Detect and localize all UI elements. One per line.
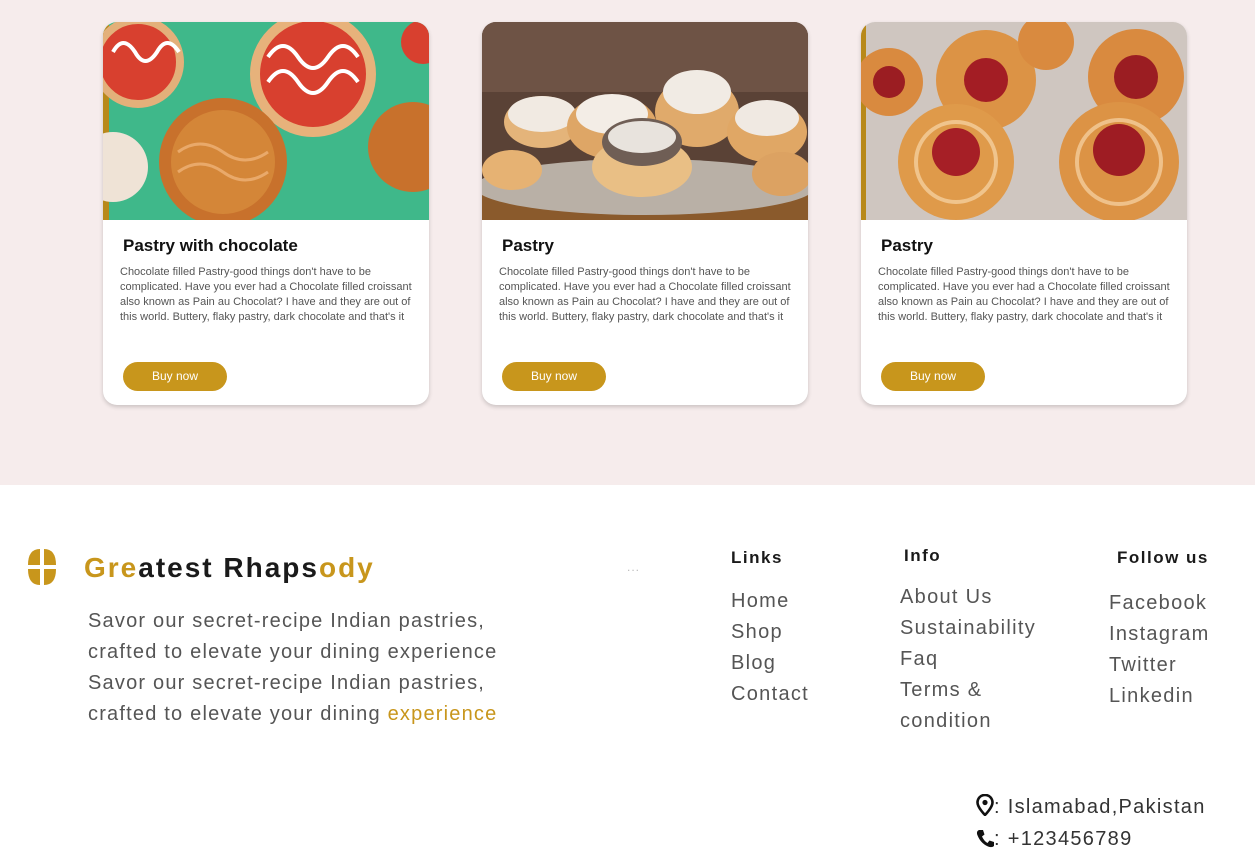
social-link-facebook[interactable]: Facebook bbox=[1109, 588, 1210, 619]
footer-link-blog[interactable]: Blog bbox=[731, 648, 809, 679]
buy-now-button[interactable]: Buy now bbox=[881, 362, 985, 391]
product-image bbox=[861, 22, 1187, 220]
footer-link-home[interactable]: Home bbox=[731, 586, 809, 617]
buy-now-button[interactable]: Buy now bbox=[123, 362, 227, 391]
card-description: Chocolate filled Pastry-good things don'… bbox=[499, 266, 791, 323]
footer-link-faq[interactable]: Faq bbox=[900, 644, 1036, 675]
product-card: Pastry Chocolate filled Pastry-good thin… bbox=[861, 22, 1187, 405]
social-link-twitter[interactable]: Twitter bbox=[1109, 650, 1210, 681]
bakery-logo-icon bbox=[25, 547, 59, 587]
card-title: Pastry with chocolate bbox=[123, 236, 298, 255]
info-list: About Us Sustainability Faq Terms & cond… bbox=[900, 582, 1036, 737]
footer-link-about[interactable]: About Us bbox=[900, 582, 1036, 613]
contact-location: : Islamabad,Pakistan bbox=[976, 793, 1206, 819]
card-description: Chocolate filled Pastry-good things don'… bbox=[120, 266, 412, 323]
phone-icon bbox=[976, 828, 994, 850]
social-link-instagram[interactable]: Instagram bbox=[1109, 619, 1210, 650]
social-link-linkedin[interactable]: Linkedin bbox=[1109, 681, 1210, 712]
product-image bbox=[103, 22, 429, 220]
social-list: Facebook Instagram Twitter Linkedin bbox=[1109, 588, 1210, 712]
footer-link-terms[interactable]: Terms & bbox=[900, 675, 1036, 706]
card-title: Pastry bbox=[502, 236, 554, 255]
contact-phone: : +123456789 bbox=[976, 828, 1133, 851]
footer-link-condition[interactable]: condition bbox=[900, 706, 1036, 737]
brand-tagline: Savor our secret-recipe Indian pastries,… bbox=[88, 610, 498, 725]
info-heading: Info bbox=[904, 546, 942, 565]
card-title: Pastry bbox=[881, 236, 933, 255]
brand-name: Greatest Rhapsody bbox=[84, 552, 375, 583]
footer-link-shop[interactable]: Shop bbox=[731, 617, 809, 648]
footer-link-sustainability[interactable]: Sustainability bbox=[900, 613, 1036, 644]
buy-now-button[interactable]: Buy now bbox=[502, 362, 606, 391]
divider-dots: ... bbox=[627, 560, 641, 574]
location-pin-icon bbox=[976, 793, 994, 818]
card-description: Chocolate filled Pastry-good things don'… bbox=[878, 266, 1170, 323]
links-list: Home Shop Blog Contact bbox=[731, 586, 809, 710]
follow-heading: Follow us bbox=[1117, 548, 1209, 567]
product-card: Pastry Chocolate filled Pastry-good thin… bbox=[482, 22, 808, 405]
footer-link-contact[interactable]: Contact bbox=[731, 679, 809, 710]
product-image bbox=[482, 22, 808, 220]
links-heading: Links bbox=[731, 548, 783, 567]
product-card: Pastry with chocolate Chocolate filled P… bbox=[103, 22, 429, 405]
